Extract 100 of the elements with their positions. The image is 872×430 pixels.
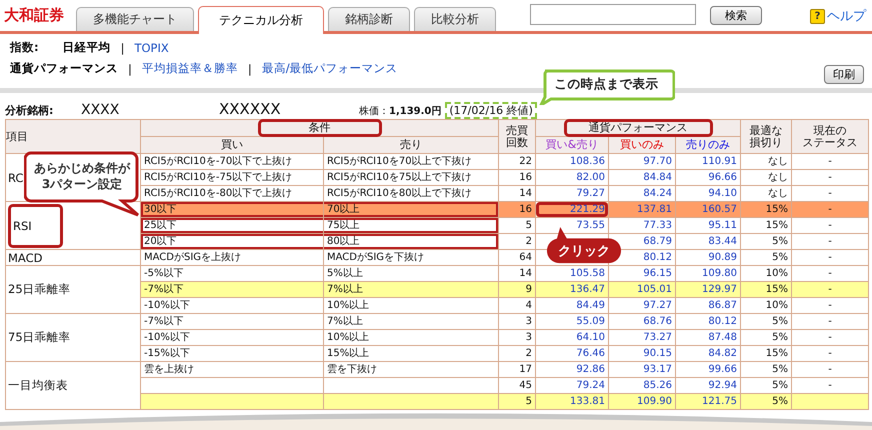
table-cell: 5% xyxy=(772,332,788,343)
column-header: 売りのみ xyxy=(686,138,730,151)
nav-link[interactable]: TOPIX xyxy=(134,40,169,54)
table-cell: MACDがSIGを下抜け xyxy=(327,252,424,263)
performance-value: 87.48 xyxy=(708,332,737,343)
performance-value: 129.97 xyxy=(702,284,737,295)
help-link[interactable]: ヘルプ xyxy=(827,7,866,25)
nav-link[interactable]: 平均損益率＆勝率 xyxy=(142,61,238,76)
table-cell: RCI5がRCI10を-75以下で上抜け xyxy=(144,172,292,183)
tab[interactable]: 多機能チャート xyxy=(76,7,194,31)
table-cell: 5 xyxy=(526,396,532,407)
stock-label: 分析銘柄: xyxy=(5,103,54,118)
table-cell: 5 xyxy=(526,220,532,231)
table-cell: 16 xyxy=(519,204,532,215)
table-cell: RCI5がRCI10を80以上で下抜け xyxy=(327,188,472,199)
column-header: 項目 xyxy=(6,130,28,142)
table-cell: RCI5がRCI10を70以上で下抜け xyxy=(327,156,472,167)
performance-value: 68.76 xyxy=(643,316,672,327)
table-cell: 10%以上 xyxy=(327,300,370,311)
item-label: 一目均衡表 xyxy=(8,378,68,393)
column-header: 通貨パフォーマンス xyxy=(564,119,712,137)
table-cell: - xyxy=(828,236,832,247)
performance-value: 109.90 xyxy=(637,396,672,407)
price-value: 1,139.0円 xyxy=(389,105,442,118)
table-cell: - xyxy=(828,348,832,359)
search-field[interactable] xyxy=(530,4,696,25)
performance-value: 92.94 xyxy=(708,380,737,391)
separator-text: | xyxy=(120,40,124,54)
performance-value: 105.01 xyxy=(637,284,672,295)
column-header: 買いのみ xyxy=(620,138,664,151)
table-cell: 雲を上抜け xyxy=(144,364,194,375)
performance-value: 99.66 xyxy=(708,364,737,375)
table-cell: 7%以上 xyxy=(327,316,363,327)
table-cell: 75以上 xyxy=(327,220,360,231)
item-label: 25日乖離率 xyxy=(8,282,71,297)
table-cell: - xyxy=(828,284,832,295)
table-cell: 15%以上 xyxy=(327,348,370,359)
table-cell: RCI5がRCI10を-80以下で上抜け xyxy=(144,188,292,199)
table-cell: 3 xyxy=(526,332,532,343)
table-cell: 2 xyxy=(526,348,532,359)
performance-value: 84.24 xyxy=(643,188,672,199)
table-cell: なし xyxy=(768,172,788,183)
tab[interactable]: 銘柄診断 xyxy=(328,7,410,31)
table-cell: 7%以上 xyxy=(327,284,363,295)
help-icon[interactable]: ? xyxy=(810,8,825,24)
table-cell: -10%以下 xyxy=(144,332,190,343)
table-cell: 15% xyxy=(766,204,788,215)
item-label: RC xyxy=(8,170,24,184)
item-label: MACD xyxy=(8,250,42,264)
stock-name: XXXXXX xyxy=(219,100,282,118)
column-header: 条件 xyxy=(258,119,382,137)
table-cell: - xyxy=(828,332,832,343)
table-cell: なし xyxy=(768,156,788,167)
item-label: 75日乖離率 xyxy=(8,330,71,345)
table-cell: 30以下 xyxy=(144,204,177,215)
tab[interactable]: テクニカル分析 xyxy=(198,6,324,34)
table-cell: - xyxy=(828,268,832,279)
performance-value: 94.10 xyxy=(708,188,737,199)
table-cell: MACDがSIGを上抜け xyxy=(144,252,242,263)
table-cell: 15% xyxy=(766,220,788,231)
table-cell: -15%以下 xyxy=(144,348,190,359)
print-button[interactable]: 印刷 xyxy=(824,65,864,84)
search-button[interactable]: 検索 xyxy=(710,6,762,25)
table-cell: - xyxy=(828,364,832,375)
separator-text: | xyxy=(248,62,252,76)
table-cell: RCI5がRCI10を75以上で下抜け xyxy=(327,172,472,183)
nav-link[interactable]: 最高/最低パフォーマンス xyxy=(262,61,398,76)
table-cell: 15% xyxy=(766,348,788,359)
table-cell: 雲を下抜け xyxy=(327,364,377,375)
performance-value: 83.44 xyxy=(708,236,737,247)
performance-value: 96.15 xyxy=(643,268,672,279)
performance-value: 73.27 xyxy=(643,332,672,343)
tab[interactable]: 比較分析 xyxy=(414,7,496,31)
table-cell: 10% xyxy=(766,268,788,279)
performance-value: 80.12 xyxy=(643,252,672,263)
performance-value: 96.66 xyxy=(708,172,737,183)
stock-code: XXXX xyxy=(81,102,120,118)
table-cell: なし xyxy=(768,188,788,199)
table-cell: 80以上 xyxy=(327,236,360,247)
table-cell: 5%以上 xyxy=(327,268,363,279)
performance-value: 80.12 xyxy=(708,316,737,327)
table-cell: 9 xyxy=(526,284,532,295)
table-cell: - xyxy=(828,300,832,311)
performance-value: 110.91 xyxy=(702,156,737,167)
index-label: 指数: xyxy=(10,40,39,55)
current-view-label[interactable]: 日経平均 xyxy=(62,40,111,55)
table-cell: 4 xyxy=(526,300,532,311)
performance-value: 121.75 xyxy=(702,396,737,407)
performance-value: 90.89 xyxy=(708,252,737,263)
column-header: 買い&売り xyxy=(546,138,598,151)
brand-logo: 大和証券 xyxy=(4,6,64,25)
performance-value: 95.11 xyxy=(708,220,737,231)
table-cell: - xyxy=(828,156,832,167)
table-cell: 64 xyxy=(519,252,532,263)
current-view-label[interactable]: 通貨パフォーマンス xyxy=(10,61,118,76)
table-cell: 2 xyxy=(526,236,532,247)
table-cell: - xyxy=(828,252,832,263)
performance-value: 137.81 xyxy=(637,204,672,215)
table-cell: - xyxy=(828,172,832,183)
table-cell: - xyxy=(828,220,832,231)
